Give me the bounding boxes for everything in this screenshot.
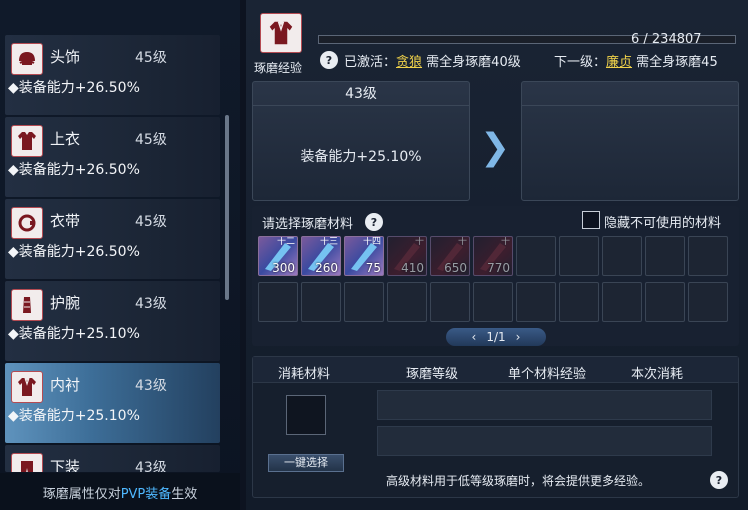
slot-level: 45级 — [135, 214, 167, 230]
helmet-icon — [11, 43, 43, 75]
slot-stat: ◆装备能力+26.50% — [8, 162, 140, 178]
hide-unusable-checkbox[interactable] — [582, 211, 600, 229]
empty-material-slot[interactable] — [688, 236, 728, 276]
pants-icon — [11, 453, 43, 472]
pagination: ‹ 1/1 › — [446, 328, 546, 346]
slot-item-0[interactable]: 头饰 45级 ◆装备能力+26.50% — [5, 35, 220, 115]
slot-item-1[interactable]: 上衣 45级 ◆装备能力+26.50% — [5, 117, 220, 197]
header-consume-material: 消耗材料 — [278, 367, 331, 382]
empty-material-slot[interactable] — [473, 282, 513, 322]
material-item[interactable]: 十三 260 — [301, 236, 341, 276]
material-count: 300 — [272, 261, 295, 275]
material-item[interactable]: 十 770 — [473, 236, 513, 276]
material-count: 650 — [444, 261, 467, 275]
empty-material-slot[interactable] — [301, 282, 341, 322]
material-item[interactable]: 十二 300 — [258, 236, 298, 276]
empty-material-slot[interactable] — [559, 282, 599, 322]
slot-item-4[interactable]: 内衬 43级 ◆装备能力+25.10% — [5, 363, 220, 443]
undershirt-icon — [11, 371, 43, 403]
pvp-note: 琢磨属性仅对PVP装备生效 — [0, 473, 240, 510]
header-single-exp: 单个材料经验 — [508, 367, 587, 382]
current-level-box: 43级 装备能力+25.10% — [252, 81, 470, 201]
slot-level: 43级 — [135, 460, 167, 472]
top-icon — [11, 125, 43, 157]
slot-level: 45级 — [135, 50, 167, 66]
exp-help-icon[interactable]: ? — [320, 51, 338, 69]
undershirt-icon — [260, 13, 302, 53]
material-rank: 十三 — [319, 237, 338, 247]
empty-material-slot[interactable] — [688, 282, 728, 322]
empty-material-slot[interactable] — [430, 282, 470, 322]
slot-name: 头饰 — [50, 48, 81, 66]
empty-material-slot[interactable] — [258, 282, 298, 322]
slot-item-3[interactable]: 护腕 43级 ◆装备能力+25.10% — [5, 281, 220, 361]
empty-material-slot[interactable] — [516, 282, 556, 322]
page-indicator: 1/1 — [486, 330, 506, 344]
equipment-slot-list: 头饰 45级 ◆装备能力+26.50% 上衣 45级 ◆装备能力+26.50% 衣带 45级 ◆… — [0, 0, 240, 510]
activated-star-link[interactable]: 贪狼 — [396, 55, 422, 70]
slot-name: 下装 — [50, 458, 81, 472]
current-stat: 装备能力+25.10% — [300, 149, 422, 165]
empty-material-slot[interactable] — [602, 282, 642, 322]
material-rank: 十 — [500, 237, 510, 247]
slot-list-scrollbar[interactable] — [225, 115, 229, 300]
next-level-line: 下一级：廉贞 需全身琢磨45 — [554, 55, 718, 70]
slot-item-5[interactable]: 下装 43级 — [5, 445, 220, 472]
polish-panel: 琢磨经验 6 / 234807 ? 已激活：贪狼 需全身琢磨40级 下一级：廉贞… — [246, 0, 748, 510]
slot-name: 内衬 — [50, 376, 81, 394]
next-star-link[interactable]: 廉贞 — [606, 55, 632, 70]
page-next-button[interactable]: › — [516, 330, 521, 344]
next-level-box — [521, 81, 739, 201]
current-level: 43级 — [253, 82, 469, 106]
belt-icon — [11, 207, 43, 239]
material-rank: 十 — [414, 237, 424, 247]
consume-help-icon[interactable]: ? — [710, 471, 728, 489]
material-item[interactable]: 十 410 — [387, 236, 427, 276]
material-item[interactable]: 十 650 — [430, 236, 470, 276]
arrow-right-icon: ❯ — [480, 127, 511, 168]
slot-stat: ◆装备能力+25.10% — [8, 408, 140, 424]
slot-level: 45级 — [135, 132, 167, 148]
empty-material-slot[interactable] — [344, 282, 384, 322]
slot-level: 43级 — [135, 378, 167, 394]
header-consume-cost: 本次消耗 — [631, 367, 684, 382]
empty-material-slot[interactable] — [645, 236, 685, 276]
slot-stat: ◆装备能力+26.50% — [8, 80, 140, 96]
header-polish-level: 琢磨等级 — [406, 367, 459, 382]
exp-value: 6 / 234807 — [631, 32, 702, 47]
slot-item-2[interactable]: 衣带 45级 ◆装备能力+26.50% — [5, 199, 220, 279]
material-count: 410 — [401, 261, 424, 275]
consume-hint: 高级材料用于低等级琢磨时，将会提供更多经验。 — [386, 474, 651, 488]
consume-row — [377, 390, 712, 420]
empty-material-slot[interactable] — [516, 236, 556, 276]
slot-level: 43级 — [135, 296, 167, 312]
material-rank: 十二 — [276, 237, 295, 247]
material-item[interactable]: 十四 75 — [344, 236, 384, 276]
empty-material-slot[interactable] — [645, 282, 685, 322]
slot-stat: ◆装备能力+25.10% — [8, 326, 140, 342]
activated-line: 已激活：贪狼 需全身琢磨40级 — [344, 55, 521, 70]
material-rank: 十 — [457, 237, 467, 247]
material-count: 260 — [315, 261, 338, 275]
auto-select-button[interactable]: 一键选择 — [268, 454, 344, 472]
slot-name: 上衣 — [50, 130, 81, 148]
exp-label: 琢磨经验 — [254, 61, 303, 75]
slot-name: 衣带 — [50, 212, 81, 230]
page-prev-button[interactable]: ‹ — [472, 330, 477, 344]
slot-name: 护腕 — [50, 294, 81, 312]
slot-stat: ◆装备能力+26.50% — [8, 244, 140, 260]
consume-row — [377, 426, 712, 456]
empty-material-slot[interactable] — [387, 282, 427, 322]
materials-help-icon[interactable]: ? — [365, 213, 383, 231]
empty-material-slot[interactable] — [602, 236, 642, 276]
bracer-icon — [11, 289, 43, 321]
empty-material-slot[interactable] — [559, 236, 599, 276]
materials-title: 请选择琢磨材料 — [262, 217, 354, 232]
consume-material-slot[interactable] — [286, 395, 326, 435]
material-rank: 十四 — [362, 237, 381, 247]
material-count: 770 — [487, 261, 510, 275]
hide-unusable-label: 隐藏不可使用的材料 — [604, 216, 722, 231]
material-count: 75 — [365, 261, 381, 275]
